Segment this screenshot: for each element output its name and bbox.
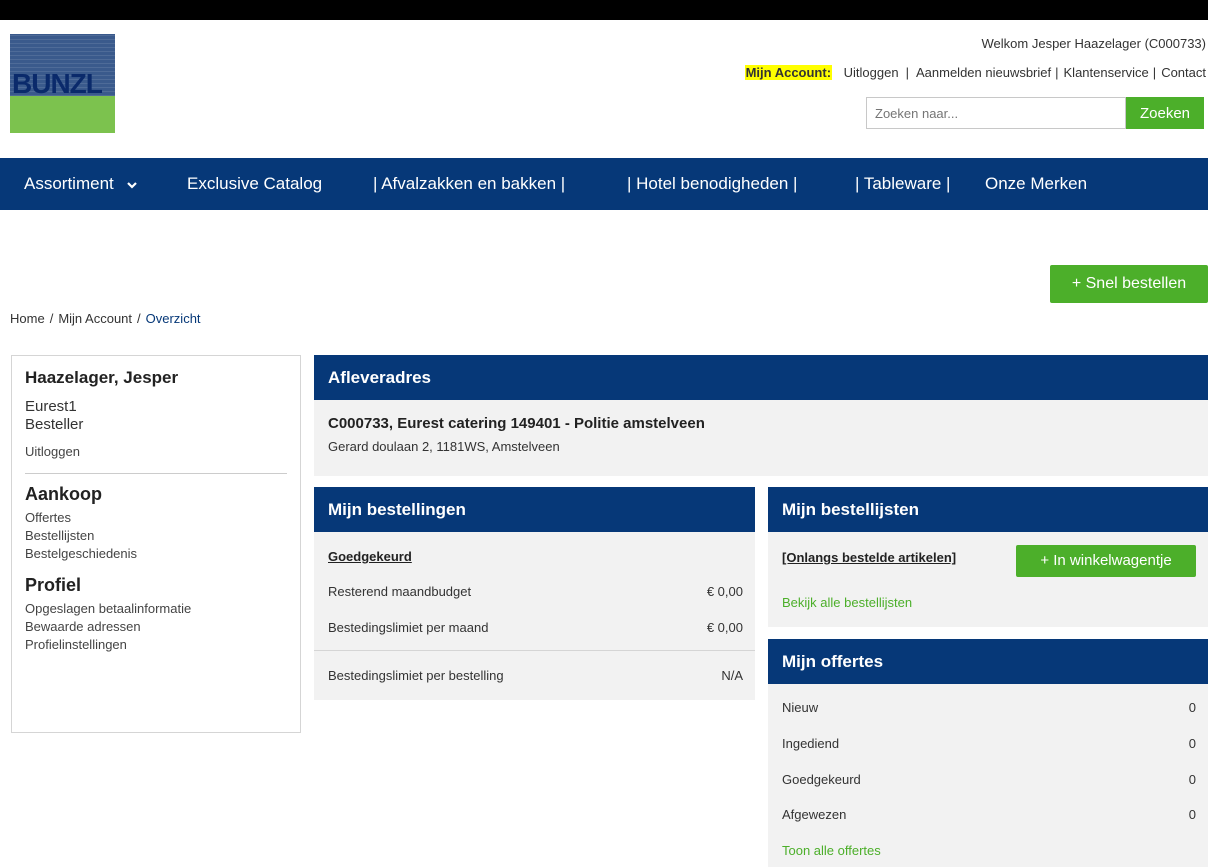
quick-order-button[interactable]: + Snel bestellen — [1050, 265, 1208, 303]
account-sidebar: Haazelager, Jesper Eurest1 Besteller Uit… — [11, 355, 301, 733]
breadcrumb-home[interactable]: Home — [10, 311, 45, 326]
nav-item-assortiment[interactable]: Assortiment — [24, 158, 138, 210]
breadcrumb: Home / Mijn Account / Overzicht — [10, 311, 201, 326]
quotes-row-new: Nieuw 0 — [782, 700, 1196, 715]
quotes-panel-title: Mijn offertes — [768, 639, 1208, 684]
address-street: Gerard doulaan 2, 1181WS, Amstelveen — [328, 439, 560, 454]
profile-section-title: Profiel — [25, 575, 82, 595]
orders-row-value: € 0,00 — [706, 584, 743, 599]
sidebar-item-saved-addresses[interactable]: Bewaarde adressen — [25, 618, 287, 636]
address-panel-title: Afleveradres — [314, 355, 1208, 400]
lists-panel-title: Mijn bestellijsten — [768, 487, 1208, 532]
show-all-quotes-link[interactable]: Toon alle offertes — [782, 843, 881, 858]
address-panel: C000733, Eurest catering 149401 - Politi… — [314, 400, 1208, 476]
quotes-row-label: Nieuw — [782, 700, 819, 715]
sidebar-divider — [25, 473, 287, 474]
nav-item-exclusive-catalog[interactable]: Exclusive Catalog — [187, 158, 322, 210]
search-input[interactable] — [866, 97, 1126, 129]
logo-green-block — [10, 96, 115, 133]
recent-items-link[interactable]: [Onlangs bestelde artikelen] — [782, 550, 956, 565]
newsletter-link[interactable]: Aanmelden nieuwsbrief — [916, 65, 1051, 80]
orders-row-label: Bestedingslimiet per bestelling — [328, 668, 504, 683]
address-name: C000733, Eurest catering 149401 - Politi… — [328, 415, 705, 432]
quotes-row-approved: Goedgekeurd 0 — [782, 772, 1196, 787]
quotes-row-label: Goedgekeurd — [782, 772, 861, 787]
quotes-row-value: 0 — [1188, 772, 1196, 787]
orders-row-order-limit: Bestedingslimiet per bestelling N/A — [328, 668, 743, 683]
quotes-row-label: Afgewezen — [782, 807, 847, 822]
sidebar-item-profile-settings[interactable]: Profielinstellingen — [25, 636, 287, 654]
welcome-text: Welkom Jesper Haazelager (C000733) — [981, 36, 1206, 51]
orders-row-label: Resterend maandbudget — [328, 584, 472, 599]
orders-row-value: N/A — [721, 668, 743, 683]
quotes-row-value: 0 — [1188, 736, 1196, 751]
nav-item-assortiment-label: Assortiment — [24, 174, 114, 193]
lists-panel: [Onlangs bestelde artikelen] + In winkel… — [768, 532, 1208, 627]
main-nav: Assortiment Exclusive Catalog | Afvalzak… — [0, 158, 1208, 210]
nav-item-afvalzakken[interactable]: | Afvalzakken en bakken | — [373, 158, 565, 210]
user-name: Haazelager, Jesper — [25, 368, 179, 387]
quotes-row-value: 0 — [1188, 700, 1196, 715]
sidebar-item-bestellijsten[interactable]: Bestellijsten — [25, 527, 287, 545]
quotes-row-rejected: Afgewezen 0 — [782, 807, 1196, 822]
search-button[interactable]: Zoeken — [1126, 97, 1204, 129]
sidebar-item-bestelgeschiedenis[interactable]: Bestelgeschiedenis — [25, 545, 287, 563]
contact-link[interactable]: Contact — [1161, 65, 1206, 80]
quotes-row-label: Ingediend — [782, 736, 840, 751]
quotes-panel: Nieuw 0 Ingediend 0 Goedgekeurd 0 Afgewe… — [768, 684, 1208, 867]
nav-item-tableware[interactable]: | Tableware | — [855, 158, 950, 210]
nav-item-onze-merken[interactable]: Onze Merken — [985, 158, 1087, 210]
quotes-row-value: 0 — [1188, 807, 1196, 822]
breadcrumb-account[interactable]: Mijn Account — [58, 311, 132, 326]
top-black-bar — [0, 0, 1208, 20]
user-company: Eurest1 — [25, 398, 77, 415]
logo-text: BUNZL — [12, 68, 103, 99]
orders-row-value: € 0,00 — [706, 620, 743, 635]
sidebar-item-payment-info[interactable]: Opgeslagen betaalinformatie — [25, 600, 287, 618]
user-role: Besteller — [25, 416, 84, 433]
nav-item-hotel[interactable]: | Hotel benodigheden | — [627, 158, 797, 210]
purchase-section-title: Aankoop — [25, 484, 103, 504]
top-links: Mijn Account: Uitloggen | Aanmelden nieuws… — [744, 65, 1206, 80]
view-all-lists-link[interactable]: Bekijk alle bestellijsten — [782, 595, 912, 610]
orders-panel: Goedgekeurd Resterend maandbudget € 0,00… — [314, 532, 755, 700]
sidebar-item-offertes[interactable]: Offertes — [25, 509, 287, 527]
orders-row-label: Bestedingslimiet per maand — [328, 620, 489, 635]
orders-row-remaining-budget: Resterend maandbudget € 0,00 — [328, 584, 743, 599]
orders-row-monthly-limit: Bestedingslimiet per maand € 0,00 — [328, 620, 743, 635]
approved-orders-link[interactable]: Goedgekeurd — [328, 549, 412, 564]
orders-panel-title: Mijn bestellingen — [314, 487, 755, 532]
bunzl-logo[interactable]: BUNZL — [10, 34, 115, 133]
breadcrumb-current: Overzicht — [145, 311, 201, 326]
quotes-row-submitted: Ingediend 0 — [782, 736, 1196, 751]
add-to-cart-button[interactable]: + In winkelwagentje — [1016, 545, 1196, 577]
orders-divider — [314, 650, 755, 651]
customer-service-link[interactable]: Klantenservice — [1064, 65, 1149, 80]
sidebar-logout-link[interactable]: Uitloggen — [25, 443, 287, 461]
chevron-down-icon — [127, 181, 138, 189]
my-account-link[interactable]: Mijn Account: — [744, 65, 833, 80]
logout-link[interactable]: Uitloggen — [844, 65, 899, 80]
